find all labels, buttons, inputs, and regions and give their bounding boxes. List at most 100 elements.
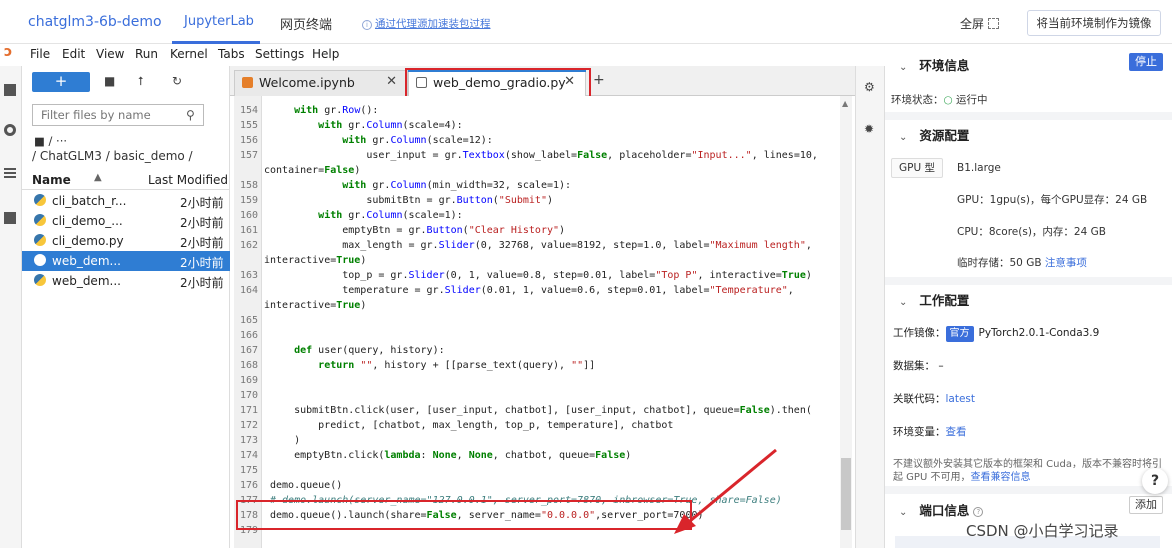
app-title[interactable]: chatglm3-6b-demo: [28, 14, 162, 30]
column-name[interactable]: Name: [32, 173, 71, 187]
linked-code-link[interactable]: latest: [946, 393, 976, 405]
compat-info-link[interactable]: 查看兼容信息: [970, 472, 1030, 483]
file-row-selected[interactable]: web_dem... 2小时前: [22, 251, 230, 271]
chevron-down-icon: ⌄: [899, 507, 908, 518]
new-launcher-button[interactable]: +: [32, 72, 90, 92]
python-file-icon: [34, 214, 46, 226]
menu-edit[interactable]: Edit: [62, 47, 85, 61]
menu-settings[interactable]: Settings: [255, 47, 304, 61]
code-text: return "", history + [[parse_text(query)…: [318, 360, 596, 371]
scroll-up-icon[interactable]: ▲: [842, 99, 848, 108]
folder-icon[interactable]: [4, 84, 16, 96]
make-image-button[interactable]: 将当前环境制作为镜像: [1027, 10, 1161, 36]
code-line[interactable]: 170: [234, 388, 840, 403]
code-line[interactable]: interactive=True): [234, 298, 840, 313]
code-line[interactable]: 155 with gr.Column(scale=4):: [234, 118, 840, 133]
menu-help[interactable]: Help: [312, 47, 339, 61]
code-line[interactable]: 165: [234, 313, 840, 328]
close-icon[interactable]: ✕: [386, 74, 397, 89]
extension-icon[interactable]: [4, 212, 16, 224]
port-info-title[interactable]: ⌄ 端口信息?: [899, 500, 984, 519]
code-line[interactable]: 161 emptyBtn = gr.Button("Clear History"…: [234, 223, 840, 238]
resource-config-title[interactable]: ⌄ 资源配置: [899, 125, 969, 144]
code-line[interactable]: 159 submitBtn = gr.Button("Submit"): [234, 193, 840, 208]
code-line[interactable]: 158 with gr.Column(min_width=32, scale=1…: [234, 178, 840, 193]
line-number: 170: [239, 390, 258, 401]
search-icon: ⚲: [186, 108, 195, 122]
fullscreen-button[interactable]: 全屏: [960, 15, 1000, 32]
work-config-title[interactable]: ⌄ 工作配置: [899, 290, 969, 309]
line-number: 160: [239, 210, 258, 221]
menu-kernel[interactable]: Kernel: [170, 47, 208, 61]
tab-web-terminal[interactable]: 网页终端: [280, 14, 332, 33]
help-button[interactable]: ?: [1142, 468, 1168, 494]
line-number: 165: [239, 315, 258, 326]
sort-up-icon[interactable]: ▲: [94, 172, 102, 183]
code-line[interactable]: 171 submitBtn.click(user, [user_input, c…: [234, 403, 840, 418]
line-number: 154: [239, 105, 258, 116]
breadcrumb-path[interactable]: / ChatGLM3 / basic_demo /: [32, 149, 193, 163]
code-line[interactable]: 163 top_p = gr.Slider(0, 1, value=0.8, s…: [234, 268, 840, 283]
code-line[interactable]: 167 def user(query, history):: [234, 343, 840, 358]
code-line[interactable]: container=False): [234, 163, 840, 178]
code-line[interactable]: 160 with gr.Column(scale=1):: [234, 208, 840, 223]
code-line[interactable]: 172 predict, [chatbot, max_length, top_p…: [234, 418, 840, 433]
running-icon[interactable]: [4, 124, 16, 136]
file-row[interactable]: cli_demo_... 2小时前: [22, 211, 230, 231]
stop-button[interactable]: 停止: [1129, 53, 1163, 71]
python-file-icon: [34, 194, 46, 206]
code-line[interactable]: 157 user_input = gr.Textbox(show_label=F…: [234, 148, 840, 163]
code-line[interactable]: 164 temperature = gr.Slider(0.01, 1, val…: [234, 283, 840, 298]
line-number: 175: [239, 465, 258, 476]
code-text: with gr.Column(scale=12):: [342, 135, 493, 146]
section-divider: [885, 277, 1172, 285]
debugger-icon[interactable]: ✹: [864, 122, 874, 136]
cpu-spec: CPU：8core(s)，内存：24 GB: [957, 226, 1106, 238]
env-status-value: 运行中: [956, 94, 988, 106]
upload-icon[interactable]: ⭡: [138, 74, 144, 89]
code-line[interactable]: 156 with gr.Column(scale=12):: [234, 133, 840, 148]
tab-welcome-notebook[interactable]: Welcome.ipynb ✕: [234, 70, 408, 96]
scrollbar-thumb[interactable]: [841, 458, 851, 530]
file-row[interactable]: web_dem... 2小时前: [22, 271, 230, 291]
code-text: with gr.Row():: [294, 105, 379, 116]
line-number: 163: [239, 270, 258, 281]
commands-icon[interactable]: [4, 168, 16, 178]
code-line[interactable]: 162 max_length = gr.Slider(0, 32768, val…: [234, 238, 840, 253]
env-info-title[interactable]: ⌄ 环境信息: [899, 55, 969, 74]
add-port-button[interactable]: 添加: [1129, 496, 1163, 514]
file-modified: 2小时前: [180, 196, 224, 210]
env-status-label: 环境状态：: [891, 94, 944, 106]
env-vars-link[interactable]: 查看: [946, 426, 967, 438]
file-browser: + ■ ⭡ ↻ ⚲ ■ / ··· / ChatGLM3 / basic_dem…: [22, 66, 230, 548]
breadcrumb-root[interactable]: ■ / ···: [34, 134, 67, 148]
menu-run[interactable]: Run: [135, 47, 158, 61]
file-list-header: Name ▲ Last Modified: [22, 170, 230, 190]
line-number: 162: [239, 240, 258, 251]
line-number: 174: [239, 450, 258, 461]
column-last-modified[interactable]: Last Modified: [148, 173, 228, 187]
proxy-link[interactable]: i 通过代理源加速装包过程: [362, 16, 491, 31]
menu-view[interactable]: View: [96, 47, 124, 61]
tab-jupyterlab[interactable]: JupyterLab: [184, 14, 254, 29]
code-line[interactable]: interactive=True): [234, 253, 840, 268]
line-number: 176: [239, 480, 258, 491]
menu-bar: ɔ File Edit View Run Kernel Tabs Setting…: [0, 44, 884, 66]
code-line[interactable]: 166: [234, 328, 840, 343]
filter-files-input[interactable]: [32, 104, 204, 126]
file-row[interactable]: cli_batch_r... 2小时前: [22, 191, 230, 211]
code-line[interactable]: 169: [234, 373, 840, 388]
add-tab-icon[interactable]: +: [593, 72, 605, 88]
code-text: with gr.Column(scale=1):: [318, 210, 463, 221]
new-folder-icon[interactable]: ■: [104, 74, 115, 88]
file-row[interactable]: cli_demo.py 2小时前: [22, 231, 230, 251]
code-text: interactive=True): [264, 255, 367, 266]
code-line[interactable]: 168 return "", history + [[parse_text(qu…: [234, 358, 840, 373]
menu-file[interactable]: File: [30, 47, 50, 61]
storage-notes-link[interactable]: 注意事项: [1045, 257, 1087, 269]
refresh-icon[interactable]: ↻: [172, 74, 182, 88]
code-text: max_length = gr.Slider(0, 32768, value=8…: [270, 240, 812, 251]
property-inspector-icon[interactable]: ⚙: [864, 80, 875, 94]
code-line[interactable]: 154 with gr.Row():: [234, 103, 840, 118]
menu-tabs[interactable]: Tabs: [218, 47, 245, 61]
